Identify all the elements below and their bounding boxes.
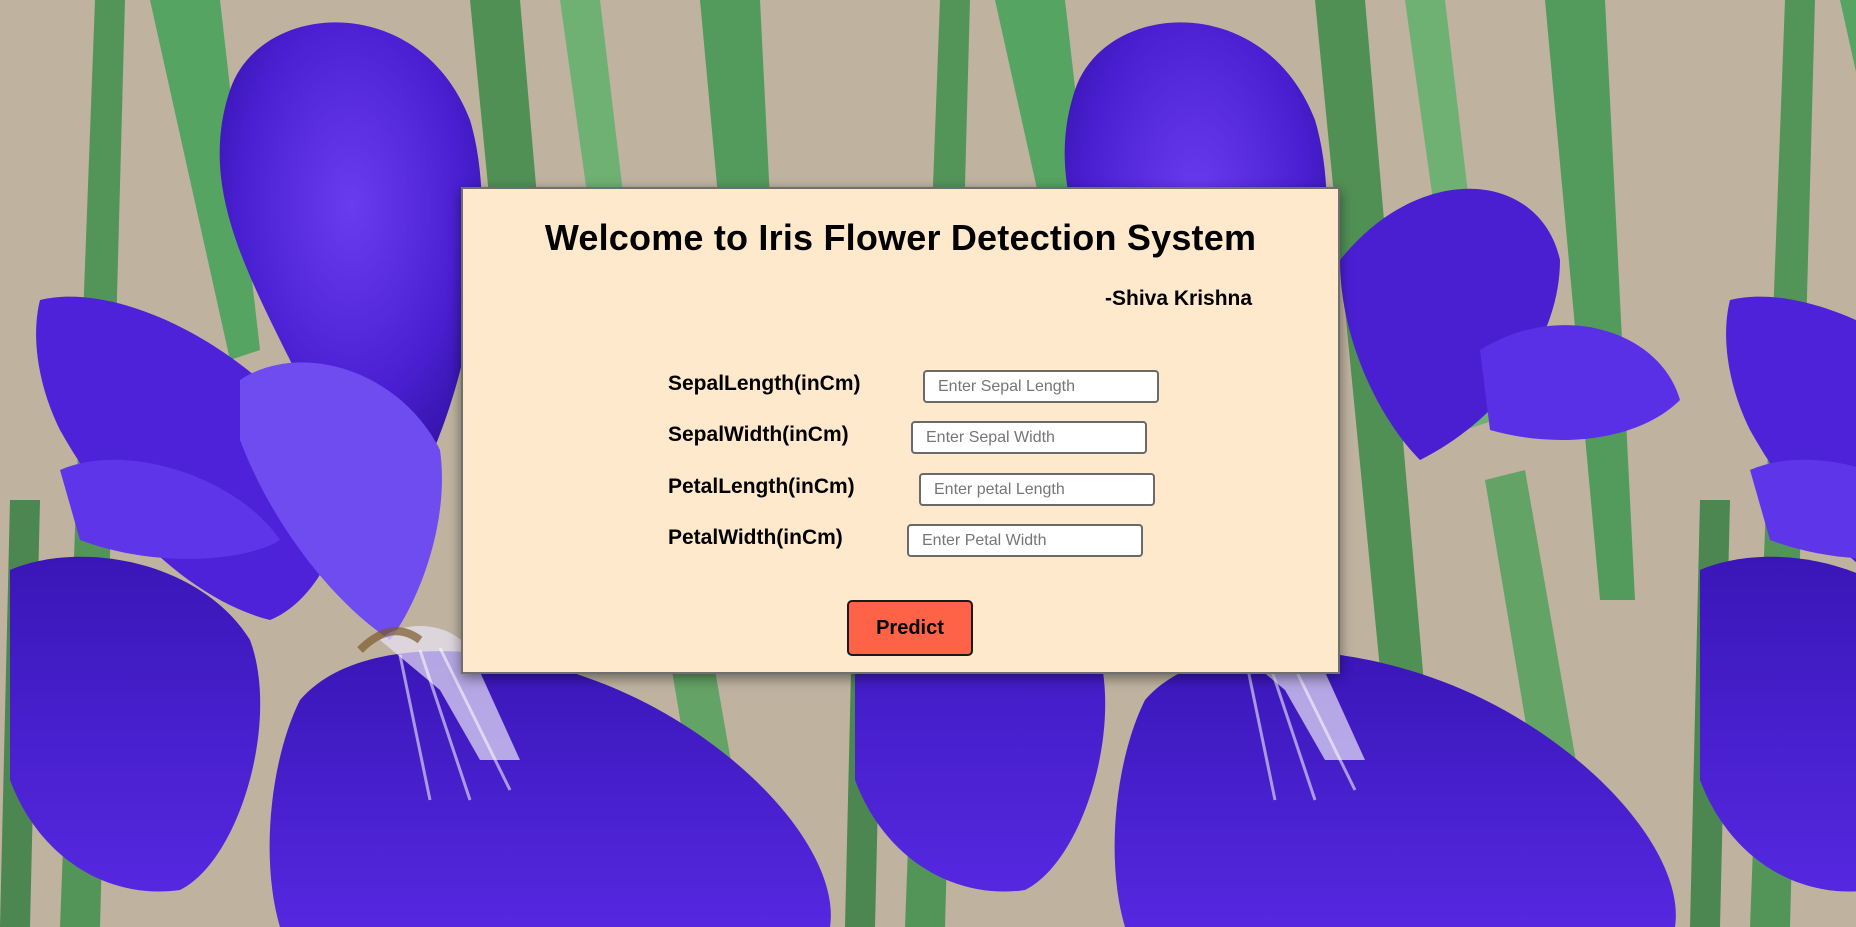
sepal-length-input[interactable] — [923, 370, 1159, 403]
sepal-width-input[interactable] — [911, 421, 1147, 454]
sepal-width-label: SepalWidth(inCm) — [668, 423, 849, 446]
sepal-length-label: SepalLength(inCm) — [668, 372, 861, 395]
petal-length-label: PetalLength(inCm) — [668, 475, 855, 498]
prediction-form-card: Welcome to Iris Flower Detection System … — [461, 187, 1340, 674]
predict-button[interactable]: Predict — [847, 600, 973, 656]
author-credit: -Shiva Krishna — [1105, 287, 1253, 310]
petal-length-input[interactable] — [919, 473, 1155, 506]
petal-width-label: PetalWidth(inCm) — [668, 526, 843, 549]
page-title: Welcome to Iris Flower Detection System — [544, 217, 1257, 258]
petal-width-input[interactable] — [907, 524, 1143, 557]
